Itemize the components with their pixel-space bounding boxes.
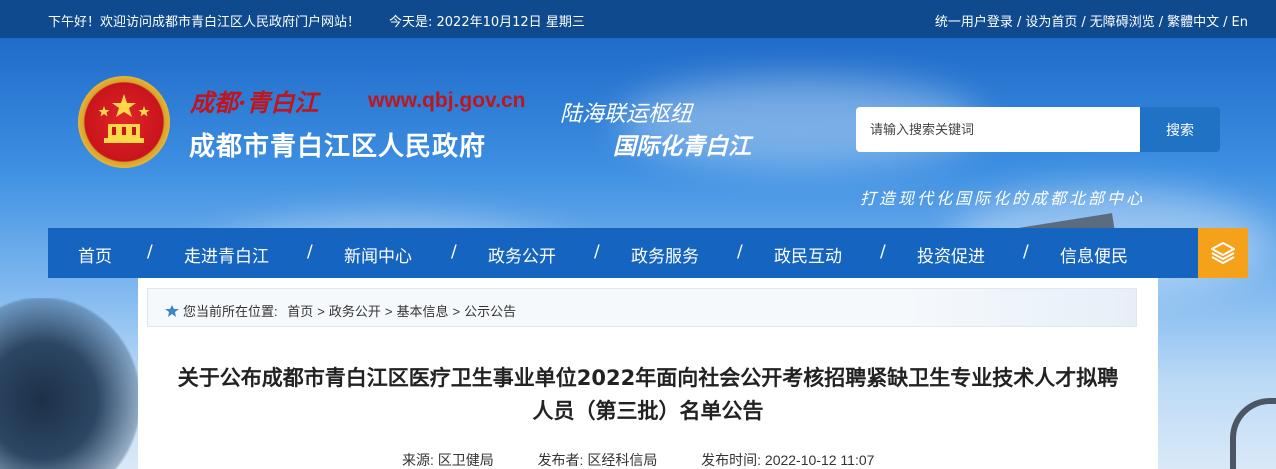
nav-item-about[interactable]: 走进青白江: [184, 242, 269, 267]
publish-time-label: 发布时间:: [701, 452, 762, 468]
nav-item-home[interactable]: 首页: [78, 242, 112, 267]
nav-item-services[interactable]: 信息便民: [1060, 242, 1128, 267]
breadcrumb-arrow: >: [317, 304, 325, 319]
set-homepage-link[interactable]: 设为首页: [1025, 15, 1077, 30]
top-links: 统一用户登录 / 设为首页 / 无障碍浏览 / 繁體中文 / En: [935, 11, 1248, 30]
article-title: 关于公布成都市青白江区医疗卫生事业单位2022年面向社会公开考核招聘紧缺卫生专业…: [148, 362, 1148, 428]
layers-icon: [1211, 242, 1235, 264]
current-date: 今天是: 2022年10月12日 星期三: [389, 15, 585, 30]
nav-separator: /: [594, 242, 600, 262]
breadcrumb-gov-affairs[interactable]: 政务公开: [329, 304, 381, 319]
nav-separator: /: [307, 242, 313, 262]
article-title-line-2: 人员（第三批）名单公告: [532, 399, 764, 423]
main-nav: 首页 / 走进青白江 / 新闻中心 / 政务公开 / 政务服务 / 政民互动 /…: [48, 228, 1198, 278]
publish-time-value: 2022-10-12 11:07: [764, 452, 875, 468]
slogan-line-2: 国际化青白江: [613, 134, 751, 160]
nav-separator: /: [451, 242, 457, 262]
nav-item-gov-services[interactable]: 政务服务: [631, 242, 699, 267]
banner-tagline: 打造现代化国际化的成都北部中心: [860, 189, 1146, 208]
breadcrumb-basic-info[interactable]: 基本信息: [396, 304, 448, 319]
publisher-label: 发布者:: [537, 452, 584, 468]
source-value: 区卫健局: [437, 452, 494, 468]
nav-separator: /: [880, 242, 886, 262]
welcome-greeting: 下午好！欢迎访问成都市青白江区人民政府门户网站！: [48, 15, 361, 30]
traditional-chinese-link[interactable]: 繁體中文: [1167, 15, 1219, 30]
nav-separator: /: [147, 242, 153, 262]
breadcrumb-arrow: >: [384, 304, 393, 319]
national-emblem-icon: [78, 76, 170, 168]
nav-separator: /: [1023, 242, 1029, 262]
article-title-line-1: 关于公布成都市青白江区医疗卫生事业单位2022年面向社会公开考核招聘紧缺卫生专业…: [177, 366, 1119, 390]
tree-decoration: [0, 298, 140, 469]
streetlamp-decoration: [1230, 398, 1276, 469]
nav-separator: /: [737, 242, 743, 262]
breadcrumb-home[interactable]: 首页: [287, 304, 313, 319]
top-info-bar: 下午好！欢迎访问成都市青白江区人民政府门户网站！ 今天是: 2022年10月12…: [0, 0, 1276, 38]
nav-item-gov-affairs[interactable]: 政务公开: [488, 242, 556, 267]
accessibility-link[interactable]: 无障碍浏览: [1090, 15, 1155, 30]
search-button[interactable]: 搜索: [1140, 107, 1220, 152]
breadcrumb-bar: 您当前所在位置: 首页 > 政务公开 > 基本信息 > 公示公告: [147, 288, 1137, 327]
district-logo-script: 成都·青白江: [190, 88, 319, 117]
breadcrumb: 您当前所在位置: 首页 > 政务公开 > 基本信息 > 公示公告: [165, 301, 516, 320]
breadcrumb-arrow: >: [452, 304, 461, 319]
breadcrumb-prefix: 您当前所在位置:: [183, 304, 278, 319]
breadcrumb-announcements[interactable]: 公示公告: [464, 304, 516, 319]
top-link-separator: /: [1081, 15, 1086, 30]
site-url-logo: www.qbj.gov.cn: [368, 89, 526, 112]
top-link-separator: /: [1223, 15, 1228, 30]
unified-login-link[interactable]: 统一用户登录: [935, 15, 1013, 30]
content-panel: 您当前所在位置: 首页 > 政务公开 > 基本信息 > 公示公告 关于公布成都市青白江区医疗…: [138, 278, 1158, 469]
layers-menu-button[interactable]: [1198, 228, 1248, 278]
location-icon: [165, 305, 179, 317]
nav-item-news[interactable]: 新闻中心: [344, 242, 412, 267]
slogan-line-1: 陆海联运枢纽: [560, 102, 693, 127]
nav-item-interaction[interactable]: 政民互动: [774, 242, 842, 267]
top-link-separator: /: [1016, 15, 1022, 30]
search-input[interactable]: [856, 107, 1140, 152]
nav-item-investment[interactable]: 投资促进: [917, 242, 985, 267]
source-label: 来源:: [402, 452, 434, 468]
top-link-separator: /: [1158, 15, 1164, 30]
publisher-value: 区经科信局: [587, 452, 658, 468]
article-meta: 来源: 区卫健局 发布者: 区经科信局 发布时间: 2022-10-12 11:…: [402, 450, 874, 469]
english-link[interactable]: En: [1232, 15, 1248, 30]
breadcrumb-decoration: [896, 289, 1136, 326]
government-name: 成都市青白江区人民政府: [189, 132, 487, 162]
